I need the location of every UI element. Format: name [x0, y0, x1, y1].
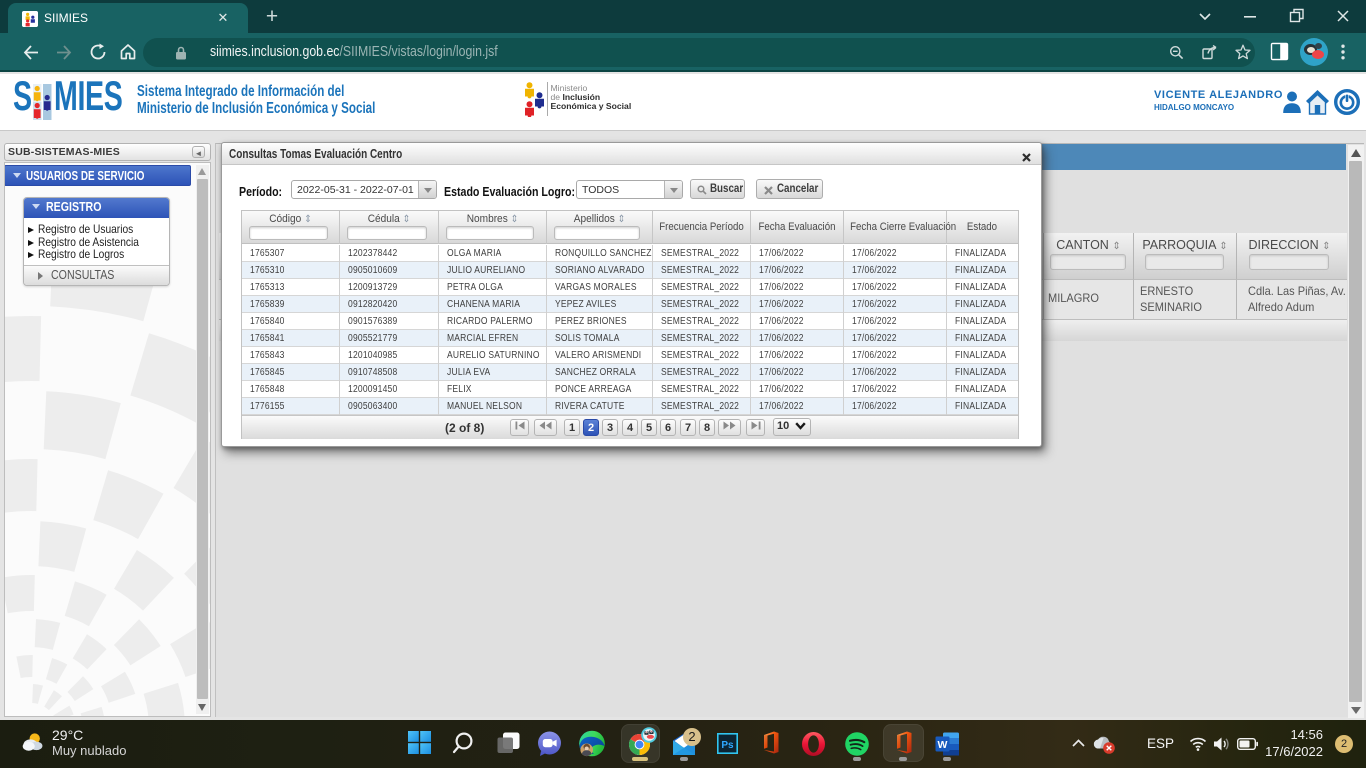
svg-text:W: W [938, 739, 948, 751]
svg-text:Ps: Ps [721, 740, 734, 751]
